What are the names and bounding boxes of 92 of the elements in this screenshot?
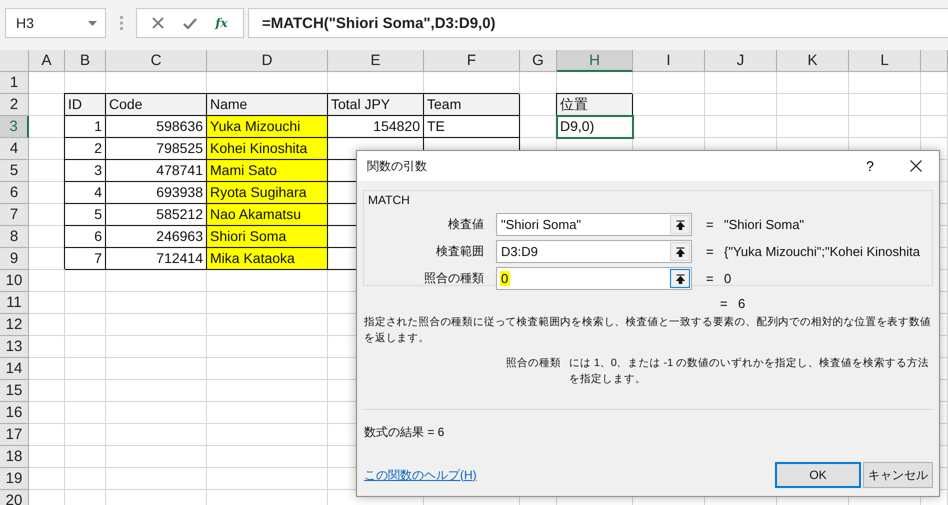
collapse-button[interactable]: [670, 269, 690, 288]
argument-field[interactable]: D3:D9: [496, 240, 692, 263]
row-header[interactable]: 16: [0, 402, 29, 424]
row-header[interactable]: 13: [0, 336, 29, 358]
table-cell: Ryota Sugihara: [207, 182, 328, 204]
column-header[interactable]: J: [705, 50, 777, 72]
table-cell: 6: [65, 226, 106, 248]
row-header[interactable]: 4: [0, 138, 29, 160]
row-header[interactable]: 15: [0, 380, 29, 402]
upload-arrow-icon: [676, 246, 684, 256]
help-button[interactable]: ?: [847, 158, 893, 174]
column-heading: 位置: [557, 94, 633, 116]
table-cell: Kohei Kinoshita: [207, 138, 328, 160]
column-header[interactable]: G: [520, 50, 557, 72]
table-cell: 4: [65, 182, 106, 204]
column-heading: ID: [65, 94, 106, 116]
grip-icon: [120, 16, 123, 30]
formula-field[interactable]: =MATCH("Shiori Soma",D3:D9,0): [248, 8, 948, 38]
table-cell: Nao Akamatsu: [207, 204, 328, 226]
equals-sign: =: [720, 296, 729, 310]
equals-sign: =: [706, 217, 715, 232]
column-heading: Team: [424, 94, 520, 116]
cancel-icon[interactable]: [152, 17, 164, 29]
argument-result: 0: [724, 271, 732, 286]
row-header[interactable]: 11: [0, 292, 29, 314]
row-header[interactable]: 8: [0, 226, 29, 248]
function-name: MATCH: [368, 193, 411, 207]
row-header[interactable]: 3: [0, 116, 29, 138]
column-header[interactable]: A: [29, 50, 65, 72]
column-heading: Total JPY: [328, 94, 424, 116]
table-cell: 2: [65, 138, 106, 160]
dialog-title: 関数の引数: [367, 158, 428, 174]
table-cell: Shiori Soma: [207, 226, 328, 248]
dropdown-caret-icon[interactable]: [88, 20, 97, 26]
column-header[interactable]: K: [777, 50, 849, 72]
argument-help-text: には 1、0、または -1 の数値のいずれかを指定し、検査値を検索する方法を指定します。: [569, 356, 930, 387]
row-header[interactable]: 6: [0, 182, 29, 204]
function-description: 指定された照合の種類に従って検査範囲内を検索し、検査値と一致する要素の、配列内での相対的な位置を表す数値を返します。: [363, 315, 932, 346]
row-header[interactable]: 1: [0, 72, 29, 94]
close-icon: [910, 160, 922, 172]
table-cell: D9,0): [557, 116, 633, 138]
table-cell: 3: [65, 160, 106, 182]
table-cell: 154820: [328, 116, 424, 138]
table-cell: 1: [65, 116, 106, 138]
equals-sign: =: [706, 271, 715, 286]
argument-label: 検査値: [447, 216, 485, 233]
row-header[interactable]: 2: [0, 94, 29, 116]
argument-result: {"Yuka Mizouchi";"Kohei Kinoshita: [724, 244, 920, 259]
column-header[interactable]: D: [207, 50, 328, 72]
column-header[interactable]: C: [106, 50, 207, 72]
row-header[interactable]: 12: [0, 314, 29, 336]
row-header[interactable]: 14: [0, 358, 29, 380]
argument-label: 照合の種類: [423, 270, 485, 287]
cancel-button[interactable]: キャンセル: [863, 462, 933, 488]
ok-button[interactable]: OK: [775, 462, 861, 488]
column-header[interactable]: B: [65, 50, 106, 72]
row-header[interactable]: 10: [0, 270, 29, 292]
formula-result: 数式の結果 = 6: [364, 425, 444, 439]
upload-arrow-icon: [676, 274, 684, 284]
row-header[interactable]: 18: [0, 446, 29, 468]
row-header[interactable]: 20: [0, 490, 29, 505]
table-cell: 712414: [106, 248, 207, 270]
argument-result: "Shiori Soma": [724, 217, 804, 232]
column-heading: Name: [207, 94, 328, 116]
enter-icon[interactable]: [182, 18, 197, 28]
name-box[interactable]: H3: [5, 8, 106, 38]
row-header[interactable]: 7: [0, 204, 29, 226]
argument-field[interactable]: 0: [496, 267, 692, 290]
column-header[interactable]: L: [849, 50, 921, 72]
argument-field[interactable]: "Shiori Soma": [496, 213, 692, 236]
table-cell: 7: [65, 248, 106, 270]
upload-arrow-icon: [676, 220, 684, 230]
table-cell: 5: [65, 204, 106, 226]
insert-function-button[interactable]: fx: [215, 16, 228, 30]
row-header[interactable]: 17: [0, 424, 29, 446]
equals-sign: =: [706, 244, 715, 259]
function-result: 6: [738, 296, 746, 310]
table-cell: Mika Kataoka: [207, 248, 328, 270]
argument-help-label: 照合の種類: [505, 356, 562, 371]
row-header[interactable]: 5: [0, 160, 29, 182]
row-header[interactable]: 9: [0, 248, 29, 270]
help-link[interactable]: この関数のヘルプ(H): [364, 466, 477, 484]
table-cell: Mami Sato: [207, 160, 328, 182]
column-header[interactable]: I: [633, 50, 705, 72]
column-header[interactable]: F: [424, 50, 520, 72]
row-header[interactable]: 19: [0, 468, 29, 490]
table-cell: TE: [424, 116, 520, 138]
column-header[interactable]: E: [328, 50, 424, 72]
table-cell: Yuka Mizouchi: [207, 116, 328, 138]
argument-label: 検査範囲: [435, 243, 485, 260]
column-header[interactable]: H: [557, 50, 633, 72]
column-heading: Code: [106, 94, 207, 116]
